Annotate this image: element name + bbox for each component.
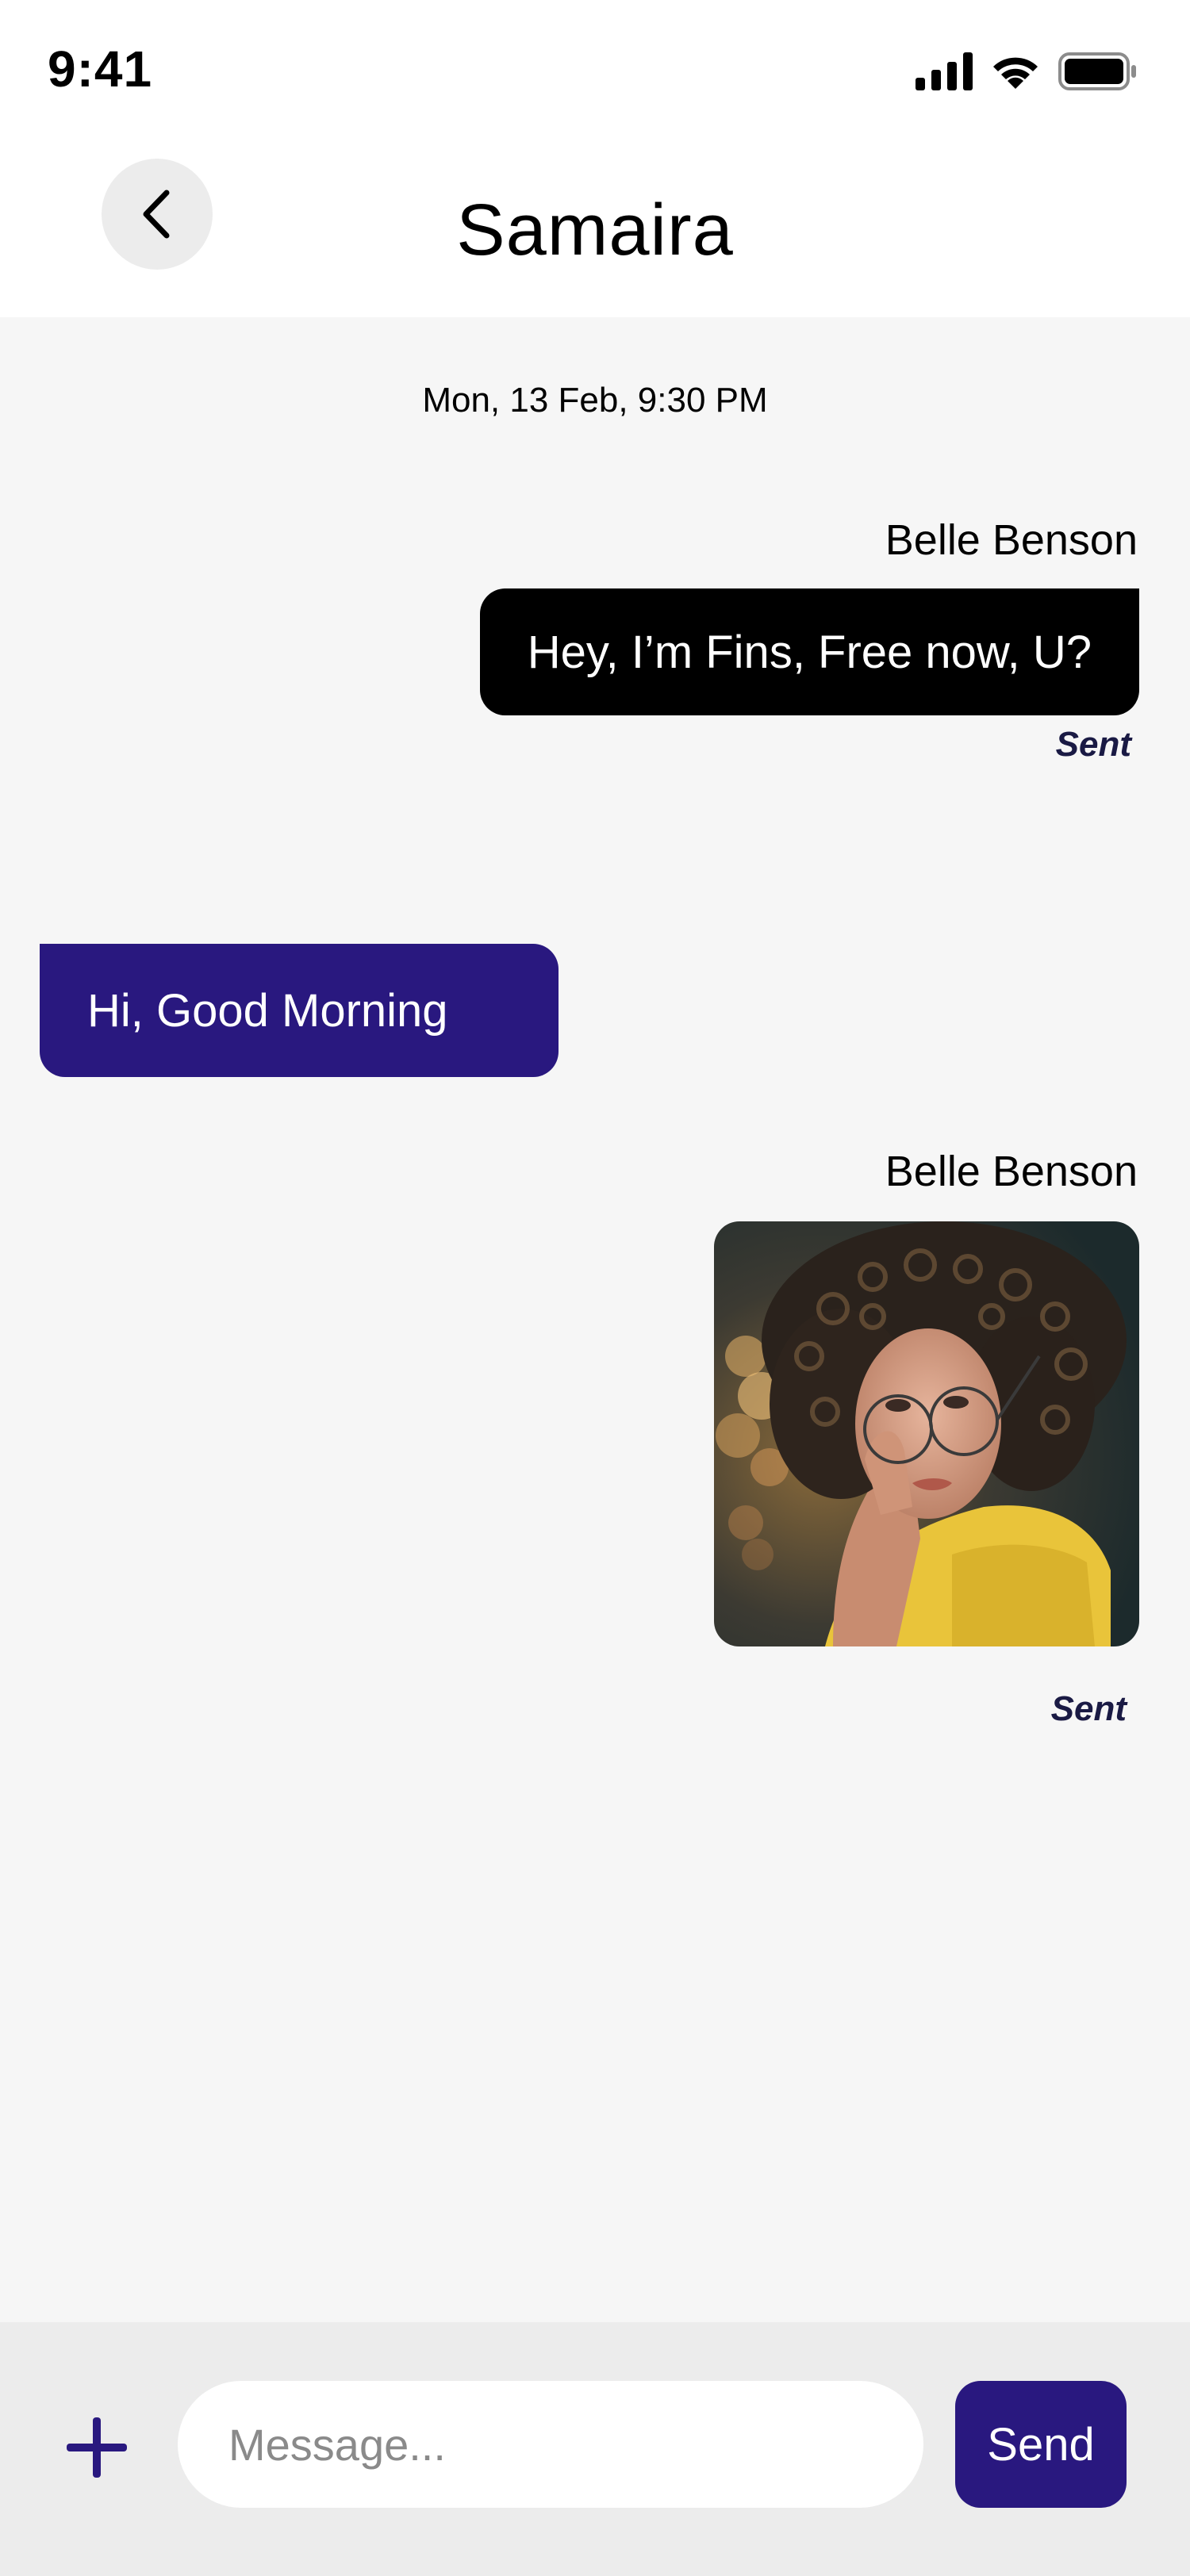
page-title: Samaira xyxy=(456,190,734,270)
send-button[interactable]: Send xyxy=(955,2381,1127,2508)
incoming-message: Hi, Good Morning xyxy=(40,944,559,1077)
sender-name: Belle Benson xyxy=(885,516,1138,564)
plus-icon[interactable] xyxy=(67,2417,127,2478)
battery-icon xyxy=(1058,52,1136,90)
message-status: Sent xyxy=(1055,725,1131,764)
cellular-signal-icon xyxy=(916,52,973,90)
message-input[interactable] xyxy=(178,2381,923,2508)
incoming-message-bubble[interactable]: Hi, Good Morning xyxy=(40,944,559,1077)
wifi-icon xyxy=(993,57,1038,89)
portrait-photo xyxy=(714,1221,1139,1646)
image-message[interactable] xyxy=(714,1221,1139,1646)
chat-header: Samaira xyxy=(0,135,1190,317)
status-bar: 9:41 xyxy=(0,0,1190,143)
status-icons xyxy=(916,52,1138,90)
date-stamp: Mon, 13 Feb, 9:30 PM xyxy=(422,381,768,420)
message-composer: Send xyxy=(0,2322,1190,2576)
status-time: 9:41 xyxy=(48,40,153,98)
outgoing-message-bubble[interactable]: Hey, I’m Fins, Free now, U? xyxy=(479,588,1139,715)
sender-name: Belle Benson xyxy=(885,1148,1138,1195)
message-status: Sent xyxy=(1050,1689,1127,1728)
